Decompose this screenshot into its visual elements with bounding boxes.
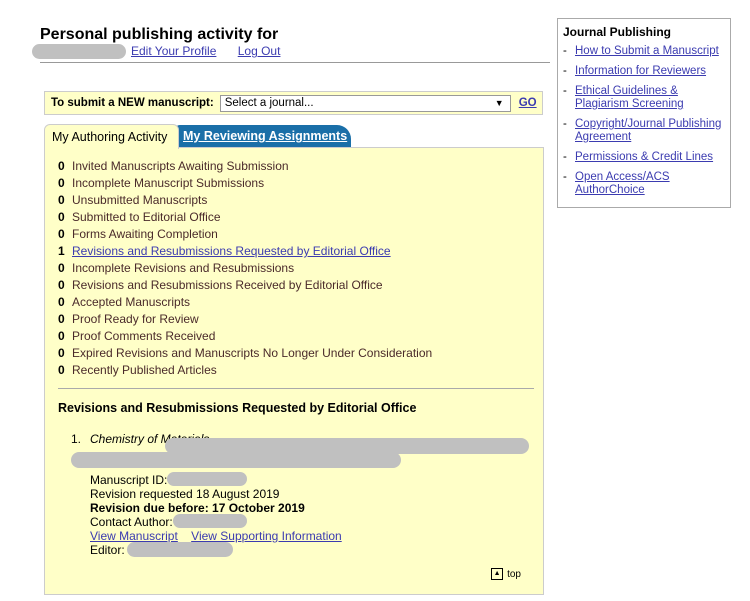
- manuscript-id: Manuscript ID:: [90, 473, 168, 487]
- tab-reviewing-assignments[interactable]: My Reviewing Assignments: [174, 125, 351, 147]
- submit-manuscript-bar: To submit a NEW manuscript: Select a jou…: [44, 91, 543, 115]
- sidebar-link[interactable]: Open Access/ACS AuthorChoice: [575, 171, 670, 196]
- revision-due: Revision due before: 17 October 2019: [90, 501, 305, 515]
- divider: [40, 62, 550, 63]
- activity-count: 0: [58, 193, 65, 207]
- page-title: Personal publishing activity for: [40, 26, 279, 43]
- activity-item: 0 Incomplete Manuscript Submissions: [58, 175, 264, 192]
- redacted-title: [165, 438, 529, 454]
- activity-label: Submitted to Editorial Office: [72, 210, 221, 224]
- activity-count: 0: [58, 312, 65, 326]
- divider: [58, 388, 534, 389]
- submit-label: To submit a NEW manuscript:: [51, 97, 214, 109]
- sidebar-link[interactable]: How to Submit a Manuscript: [575, 45, 719, 57]
- activity-item: 0 Invited Manuscripts Awaiting Submission: [58, 158, 289, 175]
- item-number: 1.: [71, 432, 82, 446]
- section-title: Revisions and Resubmissions Requested by…: [58, 401, 417, 415]
- tab-reviewing-link[interactable]: My Reviewing Assignments: [183, 129, 347, 143]
- go-button[interactable]: GO: [519, 97, 537, 109]
- sidebar-item[interactable]: Open Access/ACS AuthorChoice: [558, 171, 723, 197]
- activity-count: 1: [58, 244, 65, 258]
- activity-label: Accepted Manuscripts: [72, 295, 191, 309]
- activity-item: 0 Submitted to Editorial Office: [58, 209, 221, 226]
- activity-count: 0: [58, 176, 65, 190]
- activity-count: 0: [58, 363, 65, 377]
- activity-count: 0: [58, 210, 65, 224]
- view-manuscript-link[interactable]: View Manuscript: [90, 529, 178, 543]
- sidebar-link[interactable]: Permissions & Credit Lines: [575, 151, 713, 163]
- sidebar-link[interactable]: Copyright/Journal Publishing Agreement: [575, 118, 721, 143]
- sidebar-item[interactable]: How to Submit a Manuscript: [558, 45, 723, 58]
- activity-item: 0 Expired Revisions and Manuscripts No Lo…: [58, 345, 432, 362]
- sidebar-title: Journal Publishing: [563, 25, 672, 39]
- activity-count: 0: [58, 329, 65, 343]
- back-to-top[interactable]: ▲ top: [491, 568, 521, 580]
- activity-label: Expired Revisions and Manuscripts No Lon…: [72, 346, 433, 360]
- view-supporting-info-link[interactable]: View Supporting Information: [191, 529, 342, 543]
- activity-label: Proof Comments Received: [72, 329, 216, 343]
- sidebar-link[interactable]: Ethical Guidelines & Plagiarism Screenin…: [575, 85, 684, 110]
- editor: Editor:: [90, 543, 125, 557]
- activity-label: Invited Manuscripts Awaiting Submission: [72, 159, 289, 173]
- tab-authoring-activity[interactable]: My Authoring Activity: [44, 124, 179, 149]
- journal-select-value: Select a journal...: [224, 96, 314, 109]
- sidebar-item[interactable]: Information for Reviewers: [558, 65, 723, 78]
- revision-requested: Revision requested 18 August 2019: [90, 487, 280, 501]
- arrow-up-icon: ▲: [491, 568, 504, 580]
- redacted-id: [167, 472, 247, 486]
- top-label: top: [507, 568, 521, 580]
- activity-item[interactable]: 1 Revisions and Resubmissions Requested b…: [58, 243, 391, 260]
- journal-select[interactable]: Select a journal... ▼: [219, 94, 511, 112]
- activity-label: Unsubmitted Manuscripts: [72, 193, 208, 207]
- activity-count: 0: [58, 295, 65, 309]
- activity-label: Recently Published Articles: [72, 363, 217, 377]
- journal-publishing-sidebar: Journal Publishing How to Submit a Manus…: [557, 18, 731, 208]
- sidebar-item[interactable]: Copyright/Journal Publishing Agreement: [558, 118, 723, 144]
- activity-count: 0: [58, 227, 65, 241]
- contact-author: Contact Author:: [90, 515, 173, 529]
- activity-count: 0: [58, 159, 65, 173]
- activity-count: 0: [58, 278, 65, 292]
- sidebar-item[interactable]: Ethical Guidelines & Plagiarism Screenin…: [558, 85, 723, 111]
- activity-item: 0 Incomplete Revisions and Resubmissions: [58, 260, 294, 277]
- logout-link[interactable]: Log Out: [238, 44, 281, 58]
- dropdown-arrow-icon: ▼: [494, 97, 504, 108]
- activity-label: Proof Ready for Review: [72, 312, 199, 326]
- activity-item: 0 Recently Published Articles: [58, 362, 217, 379]
- redacted-title: [71, 452, 401, 468]
- edit-profile-link[interactable]: Edit Your Profile: [131, 44, 216, 58]
- activity-item: 0 Unsubmitted Manuscripts: [58, 192, 207, 209]
- authoring-panel: 0 Invited Manuscripts Awaiting Submission…: [44, 147, 544, 595]
- activity-item: 0 Revisions and Resubmissions Received by…: [58, 277, 383, 294]
- activity-item: 0 Proof Comments Received: [58, 328, 215, 345]
- sidebar-item[interactable]: Permissions & Credit Lines: [558, 151, 723, 164]
- activity-label: Revisions and Resubmissions Received by …: [72, 278, 383, 292]
- activity-count: 0: [58, 261, 65, 275]
- sidebar-link[interactable]: Information for Reviewers: [575, 65, 706, 77]
- redacted-author: [173, 514, 247, 528]
- activity-label: Incomplete Manuscript Submissions: [72, 176, 265, 190]
- activity-count: 0: [58, 346, 65, 360]
- activity-item: 0 Accepted Manuscripts: [58, 294, 190, 311]
- activity-item: 0 Forms Awaiting Completion: [58, 226, 218, 243]
- activity-item: 0 Proof Ready for Review: [58, 311, 199, 328]
- redacted-editor: [127, 542, 233, 557]
- activity-label: Forms Awaiting Completion: [72, 227, 218, 241]
- activity-label: Incomplete Revisions and Resubmissions: [72, 261, 295, 275]
- redacted-name: [32, 44, 126, 59]
- header-links: Edit Your Profile Log Out: [131, 44, 298, 58]
- activity-link[interactable]: Revisions and Resubmissions Requested by…: [72, 244, 391, 258]
